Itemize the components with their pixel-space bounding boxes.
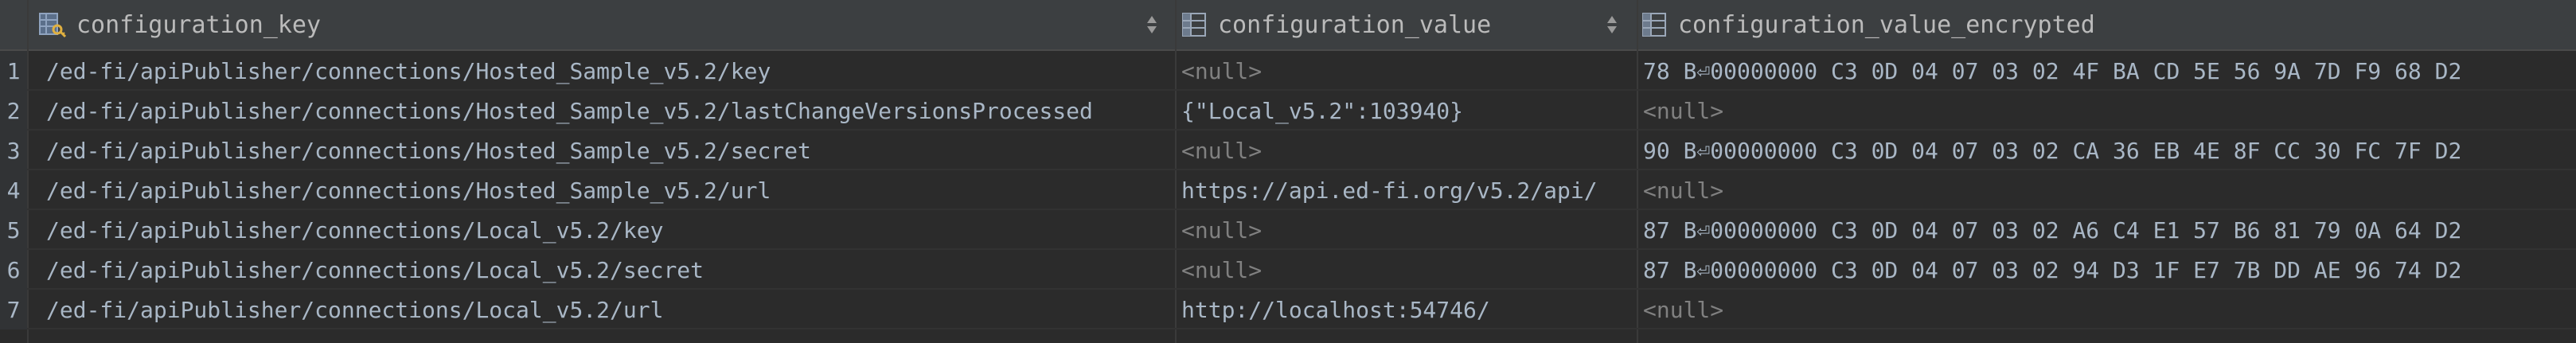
cell-configuration-value[interactable]: https://api.ed-fi.org/v5.2/api/ — [1181, 170, 1633, 210]
column-header-label: configuration_value_encrypted — [1678, 10, 2095, 39]
table-row[interactable]: 6 /ed-fi/apiPublisher/connections/Local_… — [0, 250, 2576, 290]
cell-configuration-value[interactable]: <null> — [1181, 131, 1633, 170]
table-row[interactable]: 1 /ed-fi/apiPublisher/connections/Hosted… — [0, 51, 2576, 91]
cell-configuration-key[interactable]: /ed-fi/apiPublisher/connections/Local_v5… — [46, 210, 1172, 250]
table-column-icon — [1642, 13, 1666, 37]
table-row[interactable]: 4 /ed-fi/apiPublisher/connections/Hosted… — [0, 170, 2576, 210]
sort-icon[interactable] — [1146, 14, 1157, 35]
table-row[interactable]: 5 /ed-fi/apiPublisher/connections/Local_… — [0, 210, 2576, 250]
row-number: 2 — [0, 91, 27, 131]
cell-configuration-key[interactable]: /ed-fi/apiPublisher/connections/Local_v5… — [46, 250, 1172, 290]
sort-icon[interactable] — [1606, 14, 1618, 35]
cell-configuration-key[interactable]: /ed-fi/apiPublisher/connections/Hosted_S… — [46, 170, 1172, 210]
cell-configuration-value[interactable]: http://localhost:54746/ — [1181, 290, 1633, 329]
cell-configuration-value[interactable]: <null> — [1181, 51, 1633, 91]
column-header-configuration-value-encrypted[interactable]: configuration_value_encrypted — [1640, 0, 2576, 49]
result-grid: configuration_key configuration_value co… — [0, 0, 2576, 343]
row-number: 6 — [0, 250, 27, 290]
cell-configuration-value-encrypted[interactable]: 87 B⏎00000000 C3 0D 04 07 03 02 94 D3 1F… — [1643, 250, 2573, 290]
row-number: 4 — [0, 170, 27, 210]
cell-configuration-key[interactable]: /ed-fi/apiPublisher/connections/Hosted_S… — [46, 51, 1172, 91]
header-corner — [0, 0, 27, 49]
cell-configuration-value-encrypted[interactable]: 90 B⏎00000000 C3 0D 04 07 03 02 CA 36 EB… — [1643, 131, 2573, 170]
column-header-bar: configuration_key configuration_value co… — [0, 0, 2576, 51]
cell-configuration-value-encrypted[interactable]: <null> — [1643, 91, 2573, 131]
row-number: 5 — [0, 210, 27, 250]
cell-configuration-value[interactable]: <null> — [1181, 250, 1633, 290]
column-header-configuration-key[interactable]: configuration_key — [38, 0, 1175, 49]
column-header-configuration-value[interactable]: configuration_value — [1180, 0, 1638, 49]
cell-configuration-value-encrypted[interactable]: <null> — [1643, 290, 2573, 329]
cell-configuration-value-encrypted[interactable]: 87 B⏎00000000 C3 0D 04 07 03 02 A6 C4 E1… — [1643, 210, 2573, 250]
row-number: 3 — [0, 131, 27, 170]
column-header-label: configuration_key — [76, 10, 322, 39]
cell-configuration-key[interactable]: /ed-fi/apiPublisher/connections/Hosted_S… — [46, 91, 1172, 131]
cell-configuration-value-encrypted[interactable]: <null> — [1643, 170, 2573, 210]
cell-configuration-value-encrypted[interactable]: 78 B⏎00000000 C3 0D 04 07 03 02 4F BA CD… — [1643, 51, 2573, 91]
cell-configuration-key[interactable]: /ed-fi/apiPublisher/connections/Local_v5… — [46, 290, 1172, 329]
table-row[interactable]: 2 /ed-fi/apiPublisher/connections/Hosted… — [0, 91, 2576, 131]
row-number: 1 — [0, 51, 27, 91]
table-row[interactable]: 3 /ed-fi/apiPublisher/connections/Hosted… — [0, 131, 2576, 170]
row-number: 7 — [0, 290, 27, 329]
cell-configuration-value[interactable]: <null> — [1181, 210, 1633, 250]
table-row[interactable]: 7 /ed-fi/apiPublisher/connections/Local_… — [0, 290, 2576, 329]
key-column-icon — [39, 13, 67, 38]
table-column-icon — [1182, 13, 1206, 37]
cell-configuration-value[interactable]: {"Local_v5.2":103940} — [1181, 91, 1633, 131]
cell-configuration-key[interactable]: /ed-fi/apiPublisher/connections/Hosted_S… — [46, 131, 1172, 170]
column-header-label: configuration_value — [1218, 10, 1492, 39]
